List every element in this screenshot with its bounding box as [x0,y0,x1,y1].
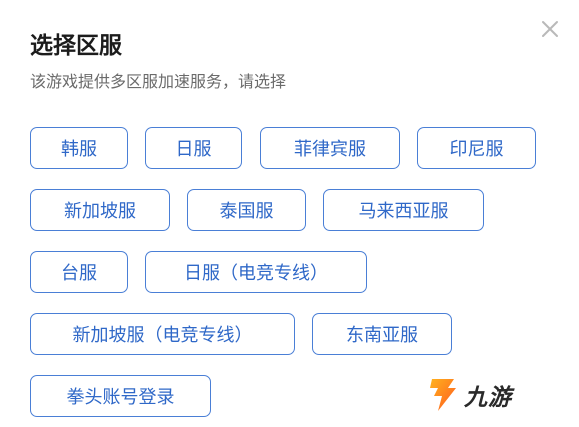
region-button-sg[interactable]: 新加坡服 [30,189,170,231]
jiuyou-watermark: 九游 [426,373,526,417]
riot-account-login-button[interactable]: 拳头账号登录 [30,375,211,417]
dialog-subtitle: 该游戏提供多区服加速服务，请选择 [30,72,287,91]
region-button-jp-esports[interactable]: 日服（电竞专线） [145,251,367,293]
region-button-tw[interactable]: 台服 [30,251,128,293]
region-button-kr[interactable]: 韩服 [30,127,128,169]
close-icon[interactable] [539,18,561,40]
region-button-my[interactable]: 马来西亚服 [323,189,484,231]
region-button-th[interactable]: 泰国服 [187,189,306,231]
region-button-ph[interactable]: 菲律宾服 [260,127,400,169]
region-button-id[interactable]: 印尼服 [417,127,536,169]
region-button-sg-esports[interactable]: 新加坡服（电竞专线） [30,313,295,355]
dialog-title: 选择区服 [30,33,122,59]
region-button-jp[interactable]: 日服 [145,127,242,169]
region-button-sea[interactable]: 东南亚服 [312,313,452,355]
watermark-text: 九游 [464,385,512,411]
jiuyou-logo-icon [430,379,456,411]
region-select-dialog: 选择区服 该游戏提供多区服加速服务，请选择 韩服 日服 菲律宾服 印尼服 新加坡… [0,0,579,427]
